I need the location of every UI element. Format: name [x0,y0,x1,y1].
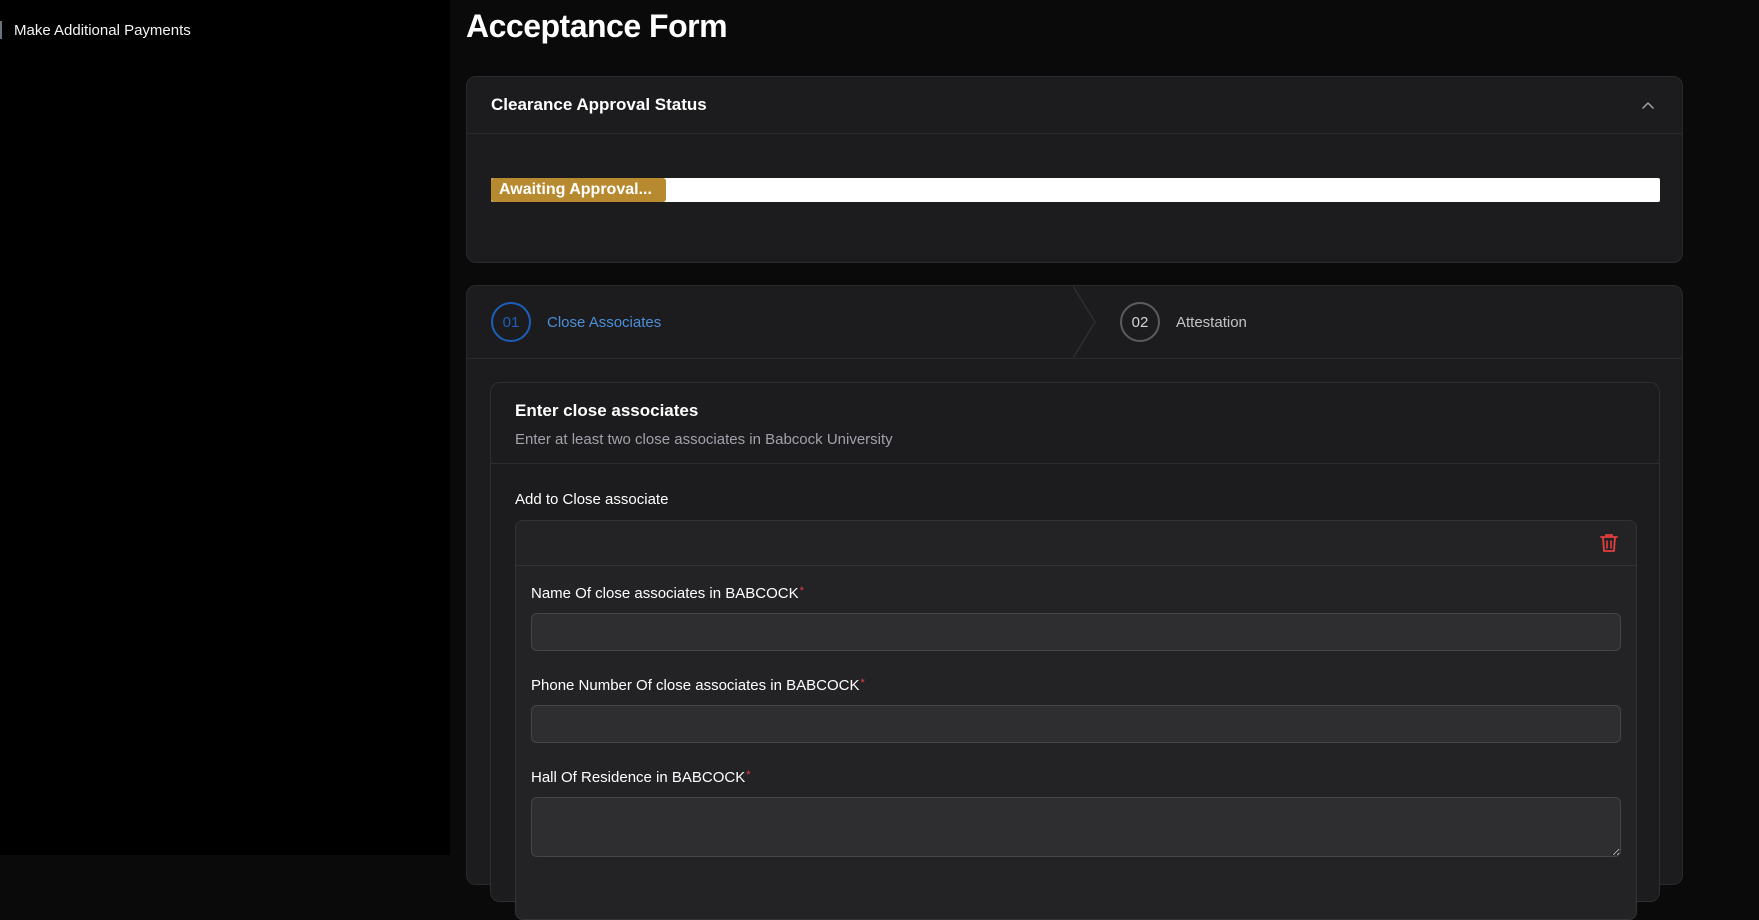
approval-progress-bar: Awaiting Approval... [491,178,1660,202]
step-label: Close Associates [547,313,662,331]
step-label: Attestation [1176,313,1247,331]
chevron-up-icon [1642,102,1654,109]
required-marker: * [860,677,865,689]
sidebar-item-label: Make Additional Payments [14,21,191,39]
sidebar-item-make-additional-payments[interactable]: Make Additional Payments [0,18,191,42]
clearance-status-header[interactable]: Clearance Approval Status [467,77,1682,134]
required-marker: * [746,769,751,781]
step-divider-chevron [1073,286,1096,358]
close-associates-title: Enter close associates [515,401,699,420]
sidebar: Make Additional Payments [0,0,450,855]
add-close-associate-label: Add to Close associate [515,491,669,508]
page-title: Acceptance Form [466,8,728,44]
name-field-label: Name Of close associates in BABCOCK* [531,585,804,602]
sidebar-item-indicator [0,21,2,39]
collapse-button[interactable] [1638,95,1658,115]
associate-name-input[interactable] [531,613,1621,651]
close-associates-header: Enter close associates Enter at least tw… [491,383,1659,464]
close-associates-card: Enter close associates Enter at least tw… [490,382,1660,920]
name-field-label-text: Name Of close associates in BABCOCK [531,585,799,602]
associate-entry: Name Of close associates in BABCOCK* Pho… [515,520,1637,920]
delete-associate-button[interactable] [1600,533,1620,553]
form-card: 01 Close Associates 02 Attestation Enter… [466,285,1683,920]
step-close-associates[interactable]: 01 Close Associates [491,286,661,358]
phone-field-label: Phone Number Of close associates in BABC… [531,677,865,694]
hall-field-label: Hall Of Residence in BABCOCK* [531,769,751,786]
required-marker: * [799,585,804,597]
hall-of-residence-textarea[interactable] [531,797,1621,857]
hall-field-label-text: Hall Of Residence in BABCOCK [531,769,746,786]
step-number-badge: 01 [491,302,531,342]
trash-icon [1600,534,1618,552]
associate-phone-input[interactable] [531,705,1621,743]
associate-entry-toolbar [516,521,1636,566]
step-number-badge: 02 [1120,302,1160,342]
approval-progress-label: Awaiting Approval... [499,181,652,198]
step-attestation[interactable]: 02 Attestation [1120,286,1247,358]
close-associates-subtitle: Enter at least two close associates in B… [515,431,893,448]
stepper: 01 Close Associates 02 Attestation [467,286,1682,359]
clearance-status-title: Clearance Approval Status [491,95,707,114]
clearance-status-card: Clearance Approval Status Awaiting Appro… [466,76,1683,263]
approval-progress-fill: Awaiting Approval... [491,178,667,202]
phone-field-label-text: Phone Number Of close associates in BABC… [531,677,860,694]
